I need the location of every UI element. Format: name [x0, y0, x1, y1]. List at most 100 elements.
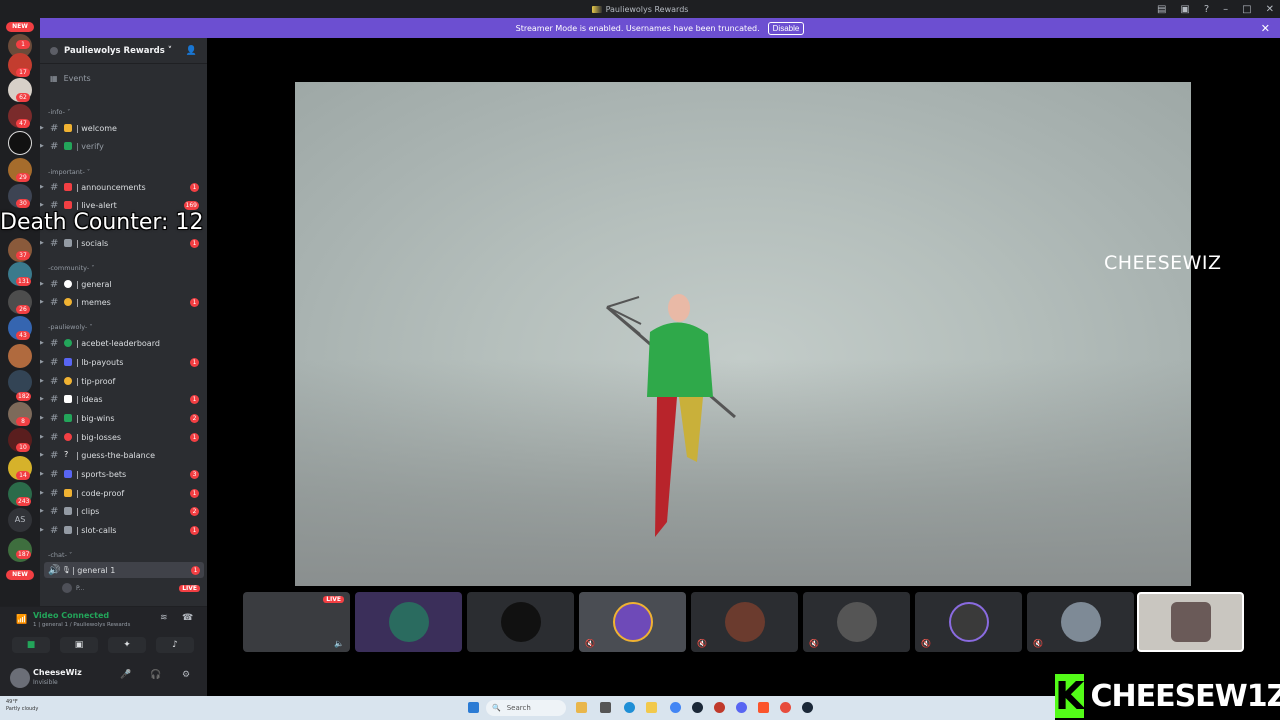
channel-item[interactable]: ▶ # | code-proof 1: [40, 485, 207, 501]
channel-item[interactable]: ▶ # | announcements 1: [40, 179, 207, 195]
close-window-button[interactable]: ✕: [1266, 4, 1274, 15]
channel-item[interactable]: ▶ # | general: [40, 276, 207, 292]
camera-button[interactable]: ■: [12, 637, 50, 653]
channel-item[interactable]: ▶ # | slot-calls 1: [40, 522, 207, 538]
participant-tile[interactable]: [355, 592, 462, 652]
brand-name: CHEESEW1Z: [1090, 678, 1280, 714]
voice-location[interactable]: 1 | general 1 / Pauliewolys Rewards: [33, 622, 130, 628]
category-info[interactable]: -info- ˅: [48, 108, 70, 116]
server-badge: 131: [16, 277, 32, 286]
category-community[interactable]: -community- ˅: [48, 264, 95, 272]
channel-item[interactable]: ▶ # | socials 1: [40, 235, 207, 251]
channel-item[interactable]: ▶ # | sports-bets 3: [40, 466, 207, 482]
channel-item[interactable]: ▶ # | big-losses 1: [40, 429, 207, 445]
gear-icon[interactable]: ⚙: [182, 670, 190, 680]
channel-name: | code-proof: [76, 488, 125, 498]
channel-item[interactable]: ▶ # | acebet-leaderboard: [40, 335, 207, 351]
category-important[interactable]: -important- ˅: [48, 168, 90, 176]
file-explorer-icon[interactable]: [646, 702, 657, 713]
activities-button[interactable]: ✦: [108, 637, 146, 653]
server-icon-as[interactable]: AS: [8, 508, 32, 532]
voice-connected-panel: 📶 Video Connected 1 | general 1 / Paulie…: [0, 606, 207, 660]
soundboard-button[interactable]: ♪: [156, 637, 194, 653]
windows-start-icon[interactable]: [468, 702, 479, 713]
windows-taskbar: 49°F Partly cloudy 🔍 Search: [0, 696, 1055, 720]
maximize-button[interactable]: □: [1242, 4, 1251, 15]
channel-item[interactable]: ▶ # | ideas 1: [40, 391, 207, 407]
participant-tile[interactable]: 🔇: [691, 592, 798, 652]
close-banner-icon[interactable]: ✕: [1261, 22, 1270, 35]
stream-video[interactable]: [295, 82, 1191, 586]
channel-item[interactable]: ▶ # | big-wins 2: [40, 410, 207, 426]
server-icon[interactable]: [8, 344, 32, 368]
inbox-icon[interactable]: ▤: [1157, 4, 1166, 15]
app-icon[interactable]: [576, 702, 587, 713]
add-member-icon[interactable]: 👤: [186, 46, 197, 56]
headphones-icon[interactable]: 🎧: [150, 670, 161, 680]
new-badge-top: NEW: [6, 22, 34, 32]
disconnect-icon[interactable]: ☎: [182, 613, 193, 623]
brave-icon[interactable]: [758, 702, 769, 713]
hash-icon: #: [50, 375, 59, 387]
participant-tile[interactable]: LIVE 🔈: [243, 592, 350, 652]
minimize-button[interactable]: –: [1223, 4, 1228, 15]
channel-item[interactable]: ▶ # | lb-payouts 1: [40, 354, 207, 370]
events-label: Events: [63, 74, 91, 83]
participant-tile[interactable]: 🔇: [803, 592, 910, 652]
weather-widget[interactable]: 49°F Partly cloudy: [6, 699, 38, 713]
server-icon[interactable]: [8, 370, 32, 394]
chrome-icon[interactable]: [670, 702, 681, 713]
events-item[interactable]: ▦ Events: [50, 74, 91, 83]
server-icon[interactable]: [8, 131, 32, 155]
participant-tile[interactable]: [1137, 592, 1244, 652]
channel-name: | big-losses: [76, 432, 122, 442]
hash-icon: #: [50, 393, 59, 405]
taskbar-search[interactable]: 🔍 Search: [486, 700, 566, 716]
voice-channel-general-1[interactable]: 🔊 🎙 | general 1 1: [44, 562, 204, 578]
username[interactable]: CheeseWiz: [33, 668, 82, 677]
calendar-icon: ▦: [50, 74, 58, 83]
volume-icon[interactable]: 🔈: [334, 639, 344, 648]
channel-item[interactable]: ▶ # | welcome: [40, 120, 207, 136]
hash-icon: #: [50, 356, 59, 368]
weather-desc: Partly cloudy: [6, 706, 39, 712]
task-view-icon[interactable]: [600, 702, 611, 713]
voice-status: Video Connected: [33, 611, 110, 620]
hash-icon: #: [50, 487, 59, 499]
participant-tile[interactable]: 🔇: [579, 592, 686, 652]
server-badge: 10: [16, 443, 30, 452]
app-icon[interactable]: [714, 702, 725, 713]
noise-suppression-icon[interactable]: ≋: [160, 613, 168, 623]
channel-item[interactable]: ▶ # | verify: [40, 138, 207, 154]
server-badge: 243: [16, 497, 32, 506]
screen-share-button[interactable]: ▣: [60, 637, 98, 653]
avatar: [1170, 602, 1211, 642]
server-header[interactable]: Pauliewolys Rewards ˅ 👤: [40, 38, 207, 64]
participant-tile[interactable]: 🔇: [1027, 592, 1134, 652]
window-controls: ▤ ▣ ? – □ ✕: [1157, 0, 1274, 18]
voice-user-name: P...: [76, 584, 85, 592]
app-icon[interactable]: [780, 702, 791, 713]
channel-item[interactable]: ▶ # | tip-proof: [40, 373, 207, 389]
discord-icon[interactable]: [736, 702, 747, 713]
edge-icon[interactable]: [624, 702, 635, 713]
steam-icon[interactable]: [802, 702, 813, 713]
screen-icon[interactable]: ▣: [1180, 4, 1189, 15]
category-pauliewoly[interactable]: -pauliewoly- ˅: [48, 323, 93, 331]
help-icon[interactable]: ?: [1204, 4, 1209, 15]
channel-item[interactable]: ▶ # | memes 1: [40, 294, 207, 310]
unread-badge: 1: [190, 394, 199, 404]
avatar[interactable]: [10, 668, 30, 688]
channel-item[interactable]: ▶ # | clips 2: [40, 503, 207, 519]
signal-icon: 📶: [16, 615, 28, 625]
microphone-icon[interactable]: 🎤: [120, 670, 131, 680]
disable-streamer-mode-button[interactable]: Disable: [767, 21, 805, 35]
participant-tile[interactable]: 🔇: [915, 592, 1022, 652]
steam-icon[interactable]: [692, 702, 703, 713]
participant-tile[interactable]: [467, 592, 574, 652]
activities-icon: ✦: [123, 640, 131, 650]
voice-user[interactable]: P... LIVE: [62, 581, 202, 595]
category-chat[interactable]: -chat- ˅: [48, 551, 72, 559]
channel-item[interactable]: ▶ #? | guess-the-balance: [40, 447, 207, 463]
chevron-right-icon: ▶: [40, 415, 44, 421]
